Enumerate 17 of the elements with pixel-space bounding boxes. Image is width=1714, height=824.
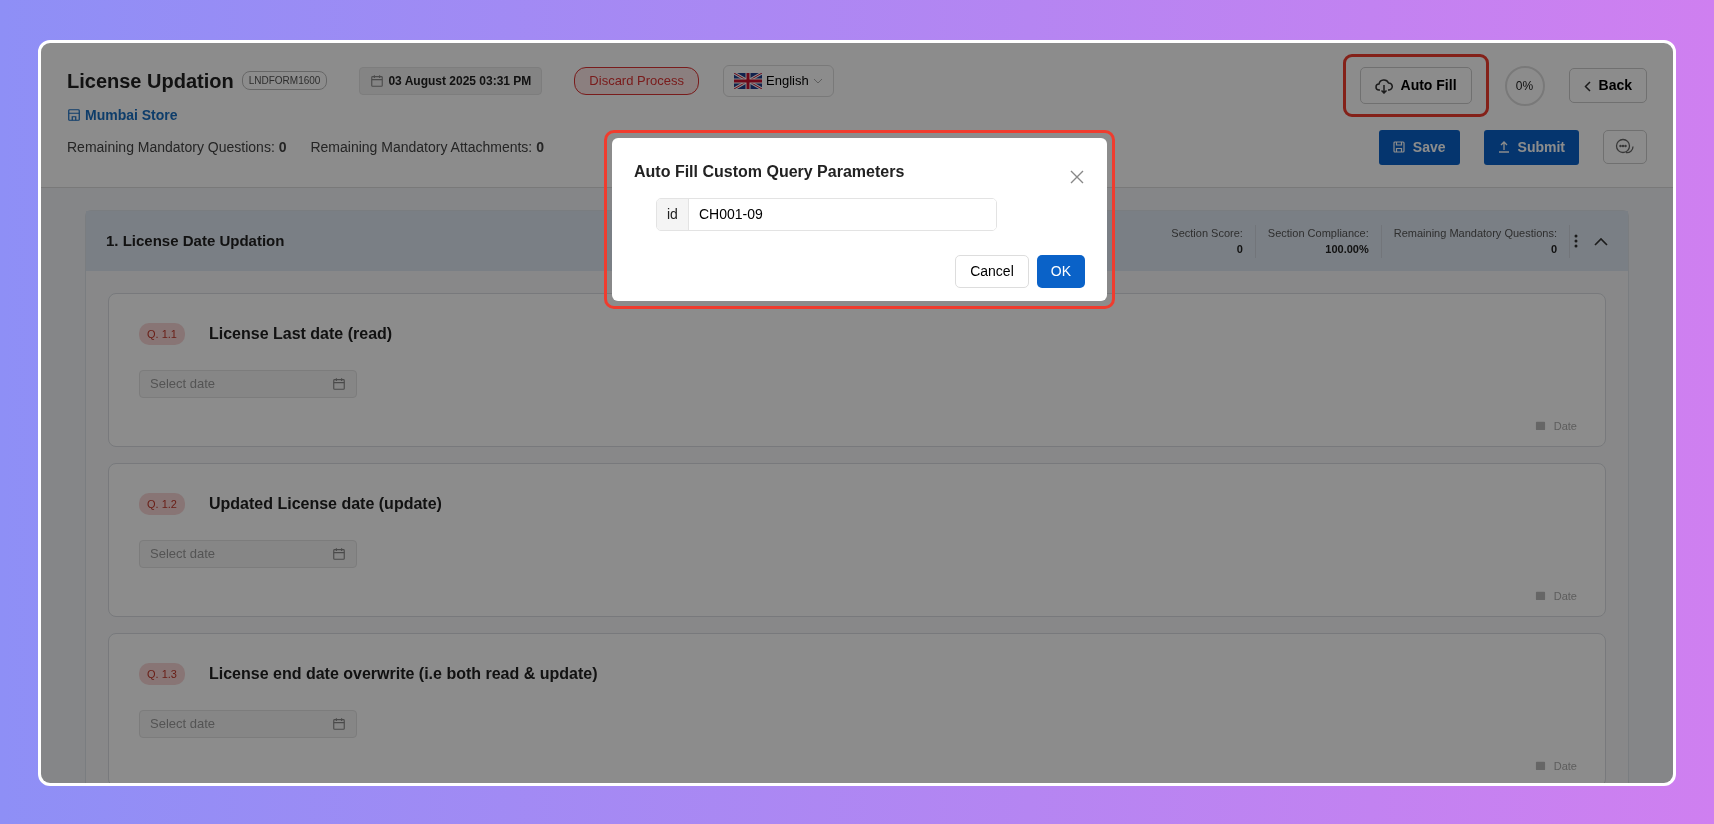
form-code-tag: LNDFORM1600: [241, 71, 328, 91]
question-title: License end date overwrite (i.e both read & update): [208, 664, 598, 684]
section-stat: Remaining Mandatory Questions: 0: [1381, 224, 1570, 258]
form-title: License Updation: [67, 68, 234, 94]
section-stat: Section Compliance: 100.00%: [1255, 224, 1382, 258]
counter-text: Remaining Mandatory Questions: 0: [67, 137, 287, 157]
question-number-tag: Q. 1.3: [139, 662, 185, 686]
question-number-tag: Q. 1.1: [139, 322, 185, 346]
date-chip: 03 August 2025 03:31 PM: [359, 66, 543, 95]
question-title: Updated License date (update): [208, 494, 442, 514]
question-title: License Last date (read): [208, 324, 393, 344]
modal-title: Auto Fill Custom Query Parameters: [634, 162, 905, 182]
counter-text: Remaining Mandatory Attachments: 0: [310, 137, 544, 157]
question-number-tag: Q. 1.2: [139, 492, 185, 516]
section-title: 1. License Date Updation: [106, 230, 286, 251]
progress-circle: 0%: [1504, 65, 1545, 106]
section-stat: Section Score: 0: [1159, 224, 1256, 258]
